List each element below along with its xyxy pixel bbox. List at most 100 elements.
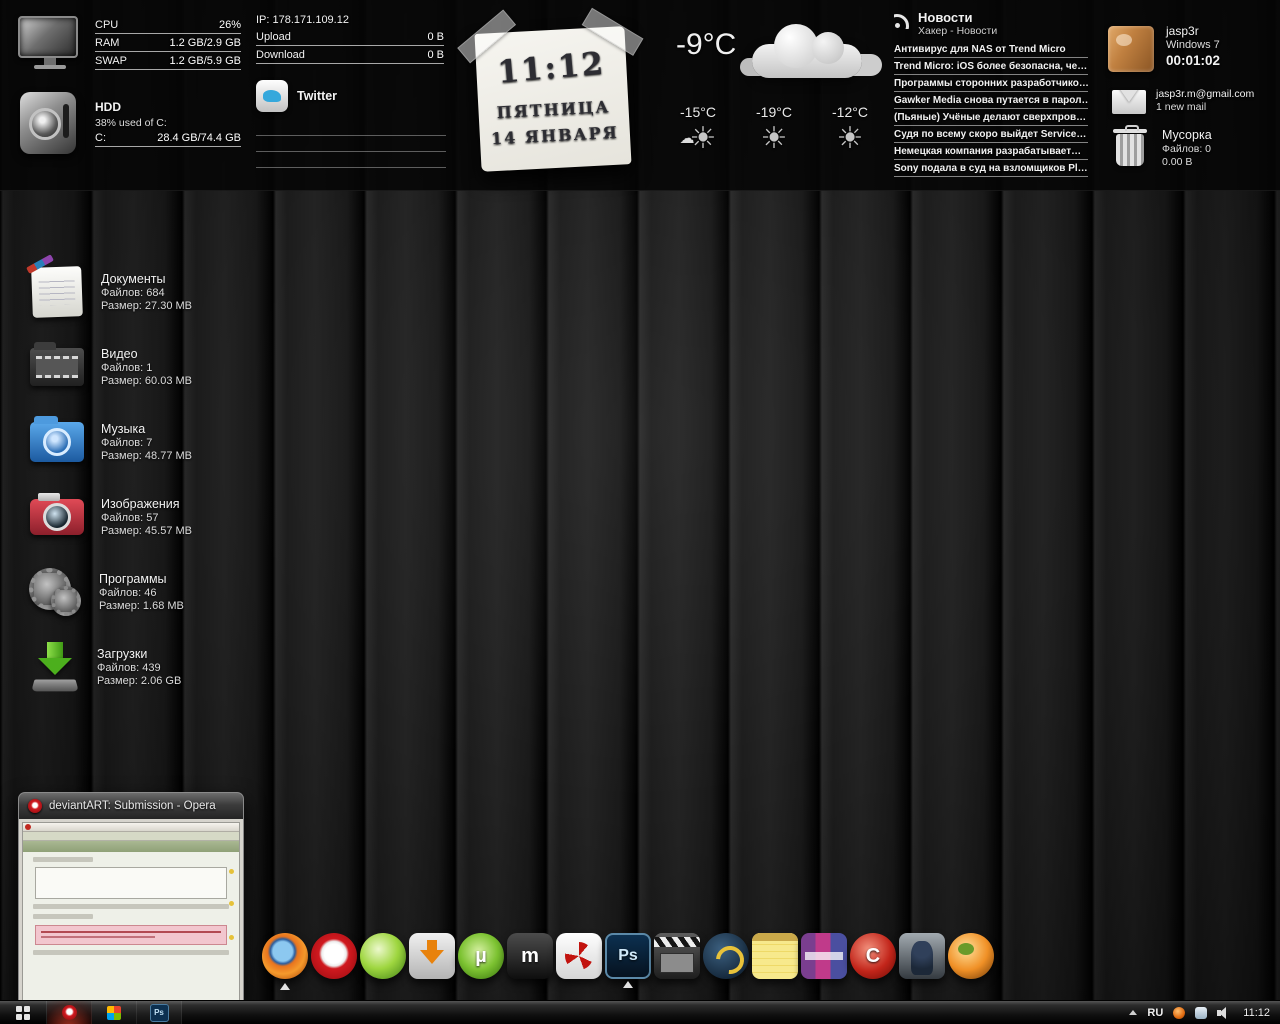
folder-music[interactable]: Музыка Файлов: 7 Размер: 48.77 MB (28, 414, 192, 470)
show-hidden-icons-button[interactable] (1129, 1010, 1137, 1015)
folder-images[interactable]: Изображения Файлов: 57 Размер: 45.57 MB (28, 489, 192, 545)
twitter-widget[interactable]: Twitter (256, 80, 446, 168)
dock-icon-aimp[interactable] (703, 933, 749, 979)
taskbar: Ps RU 11:12 (0, 1000, 1280, 1024)
taskbar-explorer-button[interactable] (92, 1001, 137, 1024)
mail-icon[interactable] (1112, 90, 1146, 114)
folder-name: Изображения (101, 497, 192, 511)
news-item[interactable]: Антивирус для NAS от Trend Micro (894, 41, 1088, 58)
opera-icon (62, 1005, 77, 1020)
hdd-meter: C: 28.4 GB/74.4 GB (95, 129, 241, 147)
folder-files: Файлов: 439 (97, 662, 181, 674)
ram-meter: RAM 1.2 GB/2.9 GB (95, 34, 241, 52)
news-item[interactable]: Немецкая компания разрабатывает… (894, 143, 1088, 160)
taskbar-clock[interactable]: 11:12 (1243, 1007, 1270, 1019)
news-item[interactable]: Судя по всему скоро выйдет Service… (894, 126, 1088, 143)
tweet-placeholder-line (256, 152, 446, 168)
cpu-label: CPU (95, 19, 118, 31)
dock-icon-utorrent[interactable]: µ (458, 933, 504, 979)
folder-widgets: Документы Файлов: 684 Размер: 27.30 MB В… (28, 264, 192, 695)
tweet-placeholder-line (256, 120, 446, 136)
dock-icon-miranda[interactable]: m (507, 933, 553, 979)
start-icon (16, 1006, 30, 1020)
dock-icon-adobe-reader[interactable] (556, 933, 602, 979)
folder-documents[interactable]: Документы Файлов: 684 Размер: 27.30 MB (28, 264, 192, 320)
weather-forecast-widget[interactable]: -15°C ☁☀ -19°C ☀ -12°C ☀ (666, 104, 882, 158)
hdd-drive-label: C: (95, 132, 106, 144)
dock-icon-photoshop[interactable]: Ps (605, 933, 651, 979)
ram-label: RAM (95, 37, 119, 49)
tray-icon[interactable] (1195, 1007, 1207, 1019)
taskbar-photoshop-button[interactable]: Ps (137, 1001, 182, 1024)
trash-title: Мусорка (1162, 128, 1272, 142)
thumbnail-menubar (23, 823, 239, 832)
trash-files: Файлов: 0 (1162, 143, 1272, 155)
news-item[interactable]: Sony подала в суд на взломщиков Pl… (894, 160, 1088, 177)
camera-icon (28, 489, 86, 545)
hdd-title: HDD (95, 100, 241, 114)
news-title: Новости (918, 10, 1088, 25)
user-info-widget[interactable]: jasp3r Windows 7 00:01:02 (1108, 24, 1268, 68)
dock-icon-limewire[interactable] (360, 933, 406, 979)
thumbnail-bullet (229, 869, 234, 874)
swap-meter: SWAP 1.2 GB/5.9 GB (95, 52, 241, 70)
tray-icon[interactable] (1173, 1007, 1185, 1019)
news-item[interactable]: Программы сторонних разработчико… (894, 75, 1088, 92)
folder-files: Файлов: 57 (101, 512, 192, 524)
computer-icon[interactable] (18, 16, 82, 74)
folder-size: Размер: 45.57 MB (101, 525, 192, 537)
dock-icon-opera[interactable] (311, 933, 357, 979)
music-icon (28, 414, 86, 470)
opera-window-titlebar[interactable]: deviantART: Submission - Opera (18, 792, 244, 819)
dock-icon-zuma[interactable] (948, 933, 994, 979)
mail-widget[interactable]: jasp3r.m@gmail.com 1 new mail (1110, 88, 1270, 113)
folder-size: Размер: 1.68 MB (99, 600, 184, 612)
opera-window-preview[interactable]: deviantART: Submission - Opera (18, 792, 244, 1004)
clock-note-widget[interactable]: 11:12 пятница 14 января (474, 26, 631, 172)
twitter-icon[interactable] (256, 80, 288, 112)
download-arrow-icon (28, 640, 82, 694)
news-feed-widget[interactable]: Новости Хакер - Новости Антивирус для NA… (894, 10, 1088, 177)
dock-icon-movies[interactable] (654, 933, 700, 979)
news-item[interactable]: Trend Micro: iOS более безопасна, че… (894, 58, 1088, 75)
trash-size: 0.00 B (1162, 156, 1272, 168)
dock-icon-counter-strike[interactable] (899, 933, 945, 979)
hdd-monitor-widget[interactable]: HDD 38% used of C: C: 28.4 GB/74.4 GB (95, 100, 241, 147)
news-item[interactable]: (Пьяные) Учёные делают сверхпров… (894, 109, 1088, 126)
upload-value: 0 B (427, 31, 444, 43)
folder-videos[interactable]: Видео Файлов: 1 Размер: 60.03 MB (28, 339, 192, 395)
upload-label: Upload (256, 31, 291, 43)
start-button[interactable] (0, 1001, 47, 1024)
tweet-placeholder-line (256, 136, 446, 152)
language-indicator[interactable]: RU (1147, 1007, 1163, 1019)
folder-downloads[interactable]: Загрузки Файлов: 439 Размер: 2.06 GB (28, 639, 192, 695)
dock-icon-downloader[interactable] (409, 933, 455, 979)
dock-icon-ccleaner[interactable]: C (850, 933, 896, 979)
hdd-drive-value: 28.4 GB/74.4 GB (157, 132, 241, 144)
news-item[interactable]: Gawker Media снова путается в парол… (894, 92, 1088, 109)
download-label: Download (256, 49, 305, 61)
explorer-icon (107, 1006, 121, 1020)
thumbnail-page-header (23, 841, 239, 852)
documents-icon (28, 264, 86, 320)
dock-icon-notes[interactable] (752, 933, 798, 979)
photoshop-icon: Ps (150, 1004, 169, 1022)
dock-icon-firefox[interactable] (262, 933, 308, 979)
hdd-drive-icon[interactable] (20, 92, 76, 154)
note-weekday: пятница (478, 96, 629, 123)
forecast-day: -19°C ☀ (742, 104, 806, 158)
dock-icon-winrar[interactable] (801, 933, 847, 979)
dock: µ m Ps C (262, 933, 994, 979)
forecast-day: -15°C ☁☀ (666, 104, 730, 158)
network-monitor-widget[interactable]: IP: 178.171.109.12 Upload 0 B Download 0… (256, 14, 444, 64)
partly-cloudy-icon: ☁☀ (666, 120, 730, 158)
news-source: Хакер - Новости (918, 25, 1088, 37)
recycle-bin-widget[interactable]: Мусорка Файлов: 0 0.00 B (1112, 128, 1272, 168)
volume-icon[interactable] (1217, 1007, 1233, 1019)
trash-icon[interactable] (1116, 134, 1144, 166)
taskbar-opera-button[interactable] (47, 1001, 92, 1024)
download-meter: Download 0 B (256, 46, 444, 64)
system-monitor-widget[interactable]: CPU 26% RAM 1.2 GB/2.9 GB SWAP 1.2 GB/5.… (95, 16, 241, 70)
folder-programs[interactable]: Программы Файлов: 46 Размер: 1.68 MB (28, 564, 192, 620)
running-indicator (280, 983, 290, 990)
